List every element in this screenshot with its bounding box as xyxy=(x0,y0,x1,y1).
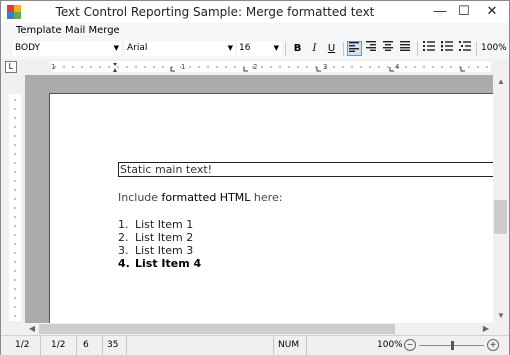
numbered-list-button[interactable] xyxy=(439,41,454,56)
align-center-icon xyxy=(383,41,393,51)
minimize-button[interactable]: — xyxy=(427,1,453,21)
list-item-text: List Item 1 xyxy=(135,218,194,231)
align-right-icon xyxy=(366,41,376,51)
status-page: 1/2 xyxy=(11,336,41,355)
list-item-number: 3. xyxy=(118,244,129,257)
status-line: 6 xyxy=(79,336,103,355)
zoom-slider-thumb[interactable] xyxy=(451,341,454,350)
ruler-number: 3 xyxy=(323,63,327,71)
menu-bar: Template Mail Merge xyxy=(1,23,509,39)
style-combo[interactable]: BODY ▼ xyxy=(13,41,121,56)
justify-icon xyxy=(400,41,410,51)
align-right-button[interactable] xyxy=(364,41,379,56)
list-item-text: List Item 2 xyxy=(135,231,194,244)
status-bar: 1/2 1/2 6 35 NUM 100% − + xyxy=(1,335,509,355)
font-combo[interactable]: Arial ▼ xyxy=(125,41,235,56)
bullet-list-icon xyxy=(422,41,435,51)
close-button[interactable]: ✕ xyxy=(475,1,509,21)
document-area: Static main text! Include formatted HTML… xyxy=(25,75,493,323)
font-combo-value: Arial xyxy=(127,43,148,53)
ruler-number: 1 xyxy=(181,63,185,71)
list-item: 4. List Item 4 xyxy=(118,257,201,270)
chevron-down-icon: ▼ xyxy=(273,44,279,52)
menu-mail-merge[interactable]: Mail Merge xyxy=(65,25,120,36)
list-format-button[interactable] xyxy=(457,41,472,56)
status-column: 35 xyxy=(103,336,127,355)
numbered-list-icon xyxy=(440,41,453,51)
list-item-number: 4. xyxy=(118,257,130,270)
static-text-field[interactable]: Static main text! xyxy=(118,162,493,177)
formatting-toolbar: BODY ▼ Arial ▼ 16 ▼ B I U 100% xyxy=(1,39,509,60)
ruler-number: 2 xyxy=(253,63,257,71)
title-bar: Text Control Reporting Sample: Merge for… xyxy=(1,1,509,23)
status-section: 1/2 xyxy=(47,336,77,355)
include-paragraph: Include formatted HTML here: xyxy=(118,191,282,204)
chevron-down-icon: ▼ xyxy=(113,44,119,52)
include-prefix: Include xyxy=(118,191,162,204)
horizontal-scroll-thumb[interactable] xyxy=(39,324,395,334)
scroll-down-arrow[interactable]: ▼ xyxy=(493,309,509,323)
maximize-button[interactable]: ☐ xyxy=(451,1,477,21)
underline-button[interactable]: U xyxy=(324,41,339,56)
vertical-ruler[interactable] xyxy=(9,76,21,321)
vertical-scroll-thumb[interactable] xyxy=(494,200,507,234)
align-left-button[interactable] xyxy=(347,41,362,56)
zoom-in-icon[interactable]: + xyxy=(487,339,499,351)
merged-list: 1. List Item 1 2. List Item 2 3. List Item 34… xyxy=(118,218,201,270)
list-item: 2. List Item 2 xyxy=(118,231,201,244)
list-item-number: 2. xyxy=(118,231,129,244)
include-suffix: here: xyxy=(250,191,283,204)
horizontal-scrollbar[interactable]: ◀ ▶ xyxy=(25,323,493,335)
align-center-button[interactable] xyxy=(381,41,396,56)
font-size-value: 16 xyxy=(239,43,251,53)
scroll-right-arrow[interactable]: ▶ xyxy=(479,323,493,335)
bullet-list-button[interactable] xyxy=(421,41,436,56)
include-bold-text: formatted HTML xyxy=(161,191,251,204)
scroll-left-arrow[interactable]: ◀ xyxy=(25,323,39,335)
structured-list-icon xyxy=(458,41,471,51)
zoom-out-icon[interactable]: − xyxy=(404,339,416,351)
menu-template[interactable]: Template xyxy=(16,25,62,36)
list-item-text: List Item 3 xyxy=(135,244,194,257)
toolbar-zoom-label[interactable]: 100% xyxy=(481,43,507,53)
status-zoom-value: 100% xyxy=(377,340,403,350)
list-item: 3. List Item 3 xyxy=(118,244,201,257)
ruler-number: 1 xyxy=(51,63,55,71)
horizontal-ruler[interactable]: 1 1 2 3 4 xyxy=(21,61,505,72)
list-item-number: 1. xyxy=(118,218,129,231)
scroll-up-arrow[interactable]: ▲ xyxy=(493,75,509,89)
application-window: Text Control Reporting Sample: Merge for… xyxy=(0,0,510,355)
align-left-icon xyxy=(349,42,359,52)
horizontal-ruler-row: L 1 1 2 3 4 xyxy=(1,59,509,74)
font-size-combo[interactable]: 16 ▼ xyxy=(237,41,281,56)
italic-button[interactable]: I xyxy=(307,41,322,56)
ruler-number: 4 xyxy=(395,63,400,71)
list-item-text: List Item 4 xyxy=(135,257,202,270)
list-item: 1. List Item 1 xyxy=(118,218,201,231)
status-num-lock: NUM xyxy=(273,336,307,355)
tab-stop-selector[interactable]: L xyxy=(5,61,17,73)
bold-button[interactable]: B xyxy=(290,41,305,56)
vertical-scrollbar[interactable]: ▲ ▼ xyxy=(493,75,509,323)
window-title: Text Control Reporting Sample: Merge for… xyxy=(55,5,375,19)
chevron-down-icon: ▼ xyxy=(227,44,233,52)
scrollbar-corner xyxy=(493,323,509,335)
document-page[interactable]: Static main text! Include formatted HTML… xyxy=(49,93,493,323)
style-combo-value: BODY xyxy=(15,43,41,53)
justify-button[interactable] xyxy=(398,41,413,56)
